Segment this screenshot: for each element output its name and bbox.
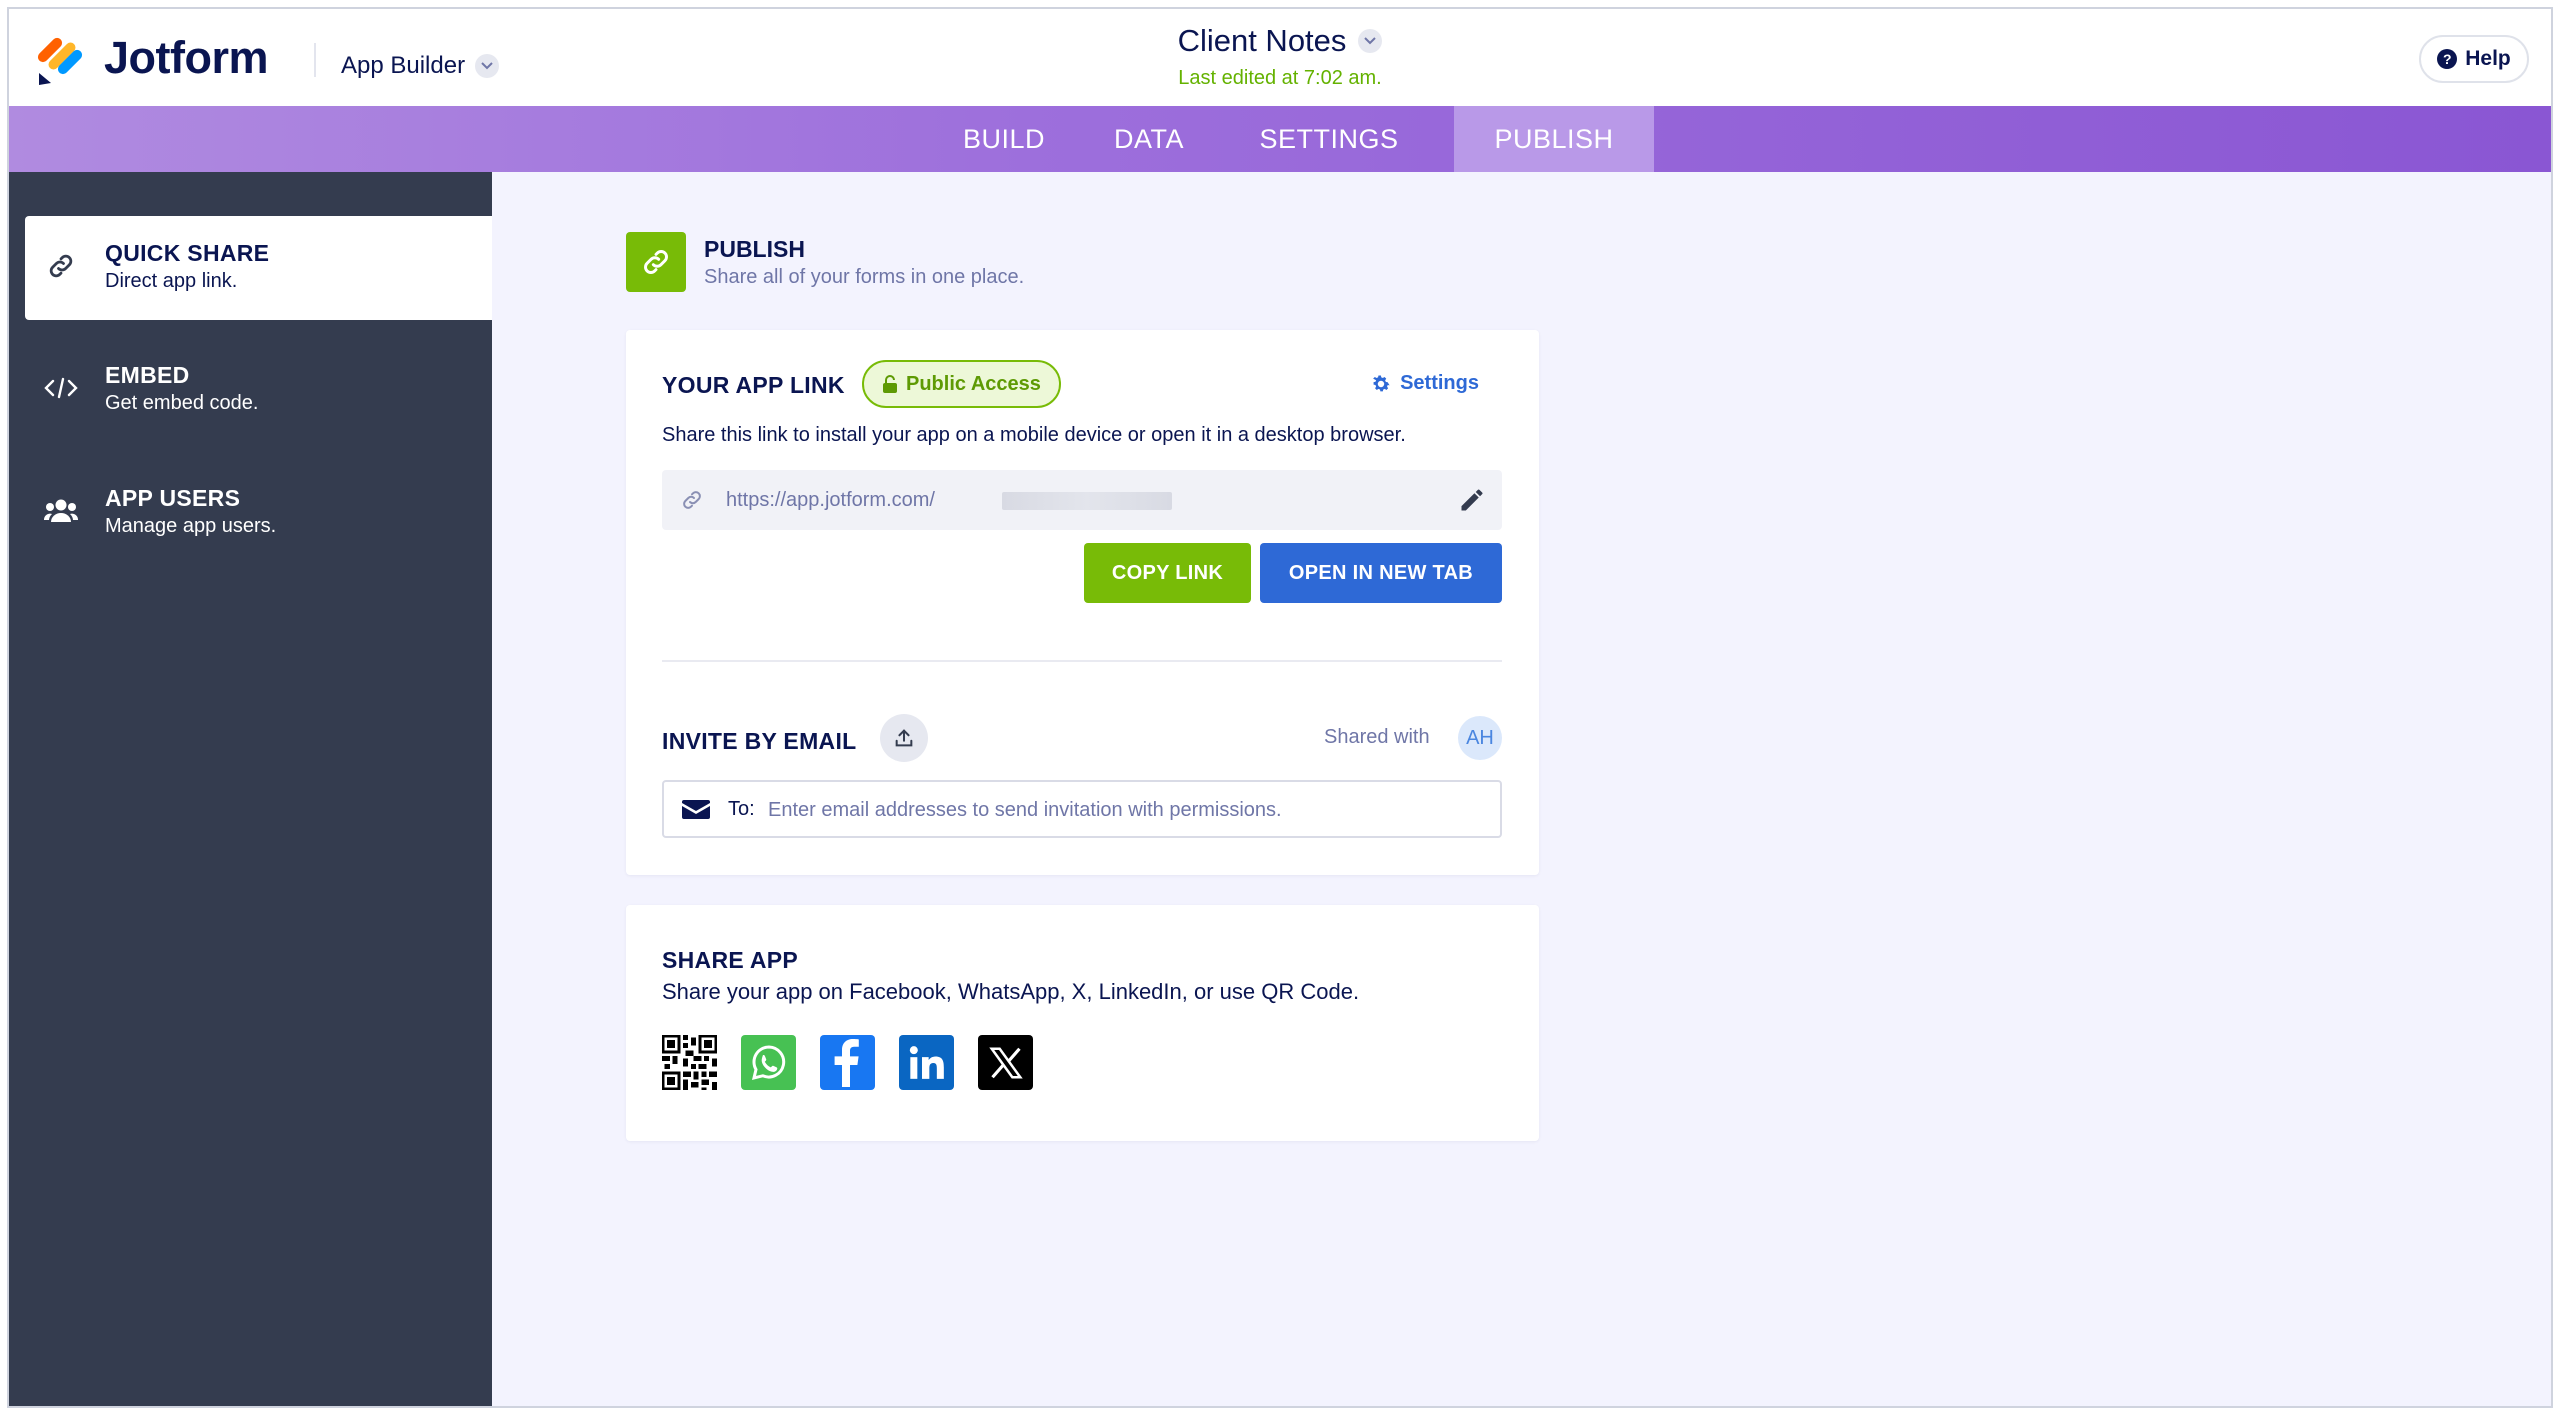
share-icons-row [662, 1035, 1033, 1090]
sidebar-item-title: QUICK SHARE [105, 240, 270, 266]
help-icon: ? [2437, 49, 2458, 69]
link-icon [43, 248, 79, 284]
sidebar-item-subtitle: Get embed code. [105, 392, 259, 414]
qr-code-icon[interactable] [662, 1035, 717, 1090]
whatsapp-icon[interactable] [741, 1035, 796, 1090]
invite-by-email-heading: INVITE BY EMAIL [662, 728, 857, 754]
code-icon [43, 370, 79, 406]
public-access-badge[interactable]: Public Access [862, 360, 1061, 408]
linkedin-icon[interactable] [899, 1035, 954, 1090]
main-tab-bar: BUILD DATA SETTINGS PUBLISH [9, 106, 2551, 172]
sidebar-item-title: EMBED [105, 362, 190, 388]
top-header: Jotform App Builder Client Notes Last ed… [9, 9, 2551, 106]
link-icon [626, 232, 686, 292]
page-title: PUBLISH [704, 236, 805, 262]
copy-link-button[interactable]: COPY LINK [1084, 543, 1251, 603]
page-subtitle: Share all of your forms in one place. [704, 266, 1025, 288]
publish-content: PUBLISH Share all of your forms in one p… [492, 172, 2551, 1406]
tab-data[interactable]: DATA [1089, 106, 1209, 172]
app-title-row[interactable]: Client Notes [1178, 23, 1383, 59]
redacted-url-segment [1002, 492, 1172, 510]
app-url-field[interactable]: https://app.jotform.com/ [662, 470, 1502, 530]
share-app-heading: SHARE APP [662, 947, 799, 973]
sidebar-item-subtitle: Manage app users. [105, 515, 277, 537]
app-link-heading: YOUR APP LINK [662, 372, 845, 398]
app-link-description: Share this link to install your app on a… [662, 424, 1406, 446]
email-invite-field[interactable]: To: [662, 780, 1502, 838]
app-title-block: Client Notes Last edited at 7:02 am. [9, 23, 2551, 90]
lock-icon [883, 375, 897, 393]
app-url-text: https://app.jotform.com/ [726, 489, 935, 511]
shared-with-label: Shared with [1324, 726, 1430, 748]
app-window: Jotform App Builder Client Notes Last ed… [7, 7, 2553, 1408]
tab-settings[interactable]: SETTINGS [1229, 106, 1429, 172]
upload-icon[interactable] [880, 714, 928, 762]
sidebar-item-subtitle: Direct app link. [105, 270, 238, 292]
public-access-label: Public Access [906, 372, 1041, 395]
share-app-card: SHARE APP Share your app on Facebook, Wh… [626, 905, 1539, 1141]
help-label: Help [2465, 47, 2511, 70]
sidebar-item-quick-share[interactable]: QUICK SHARE Direct app link. [25, 216, 492, 320]
sidebar-item-app-users[interactable]: APP USERS Manage app users. [25, 461, 492, 565]
email-input[interactable] [768, 792, 1468, 828]
app-link-card: YOUR APP LINK Public Access Settings Sha… [626, 330, 1539, 875]
email-to-label: To: [728, 798, 755, 820]
section-divider [662, 660, 1502, 662]
help-button[interactable]: ? Help [2419, 35, 2529, 83]
x-icon[interactable] [978, 1035, 1033, 1090]
facebook-icon[interactable] [820, 1035, 875, 1090]
envelope-icon [682, 797, 710, 826]
share-app-description: Share your app on Facebook, WhatsApp, X,… [662, 979, 1360, 1004]
publish-sidebar: QUICK SHARE Direct app link. EMBED Get e… [9, 172, 492, 1406]
link-settings-button[interactable]: Settings [1370, 372, 1479, 395]
link-settings-label: Settings [1400, 372, 1479, 394]
users-icon [43, 493, 79, 529]
app-title: Client Notes [1177, 23, 1347, 58]
tab-publish[interactable]: PUBLISH [1454, 106, 1654, 172]
sidebar-item-title: APP USERS [105, 485, 241, 511]
pencil-icon[interactable] [1458, 486, 1486, 519]
avatar[interactable]: AH [1458, 716, 1502, 760]
open-in-new-tab-button[interactable]: OPEN IN NEW TAB [1260, 543, 1502, 603]
gear-icon [1373, 374, 1390, 391]
last-edited-status: Last edited at 7:02 am. [1178, 67, 1382, 89]
link-icon [680, 488, 704, 517]
chevron-down-icon [1358, 29, 1383, 53]
tab-build[interactable]: BUILD [939, 106, 1069, 172]
sidebar-item-embed[interactable]: EMBED Get embed code. [25, 338, 492, 442]
